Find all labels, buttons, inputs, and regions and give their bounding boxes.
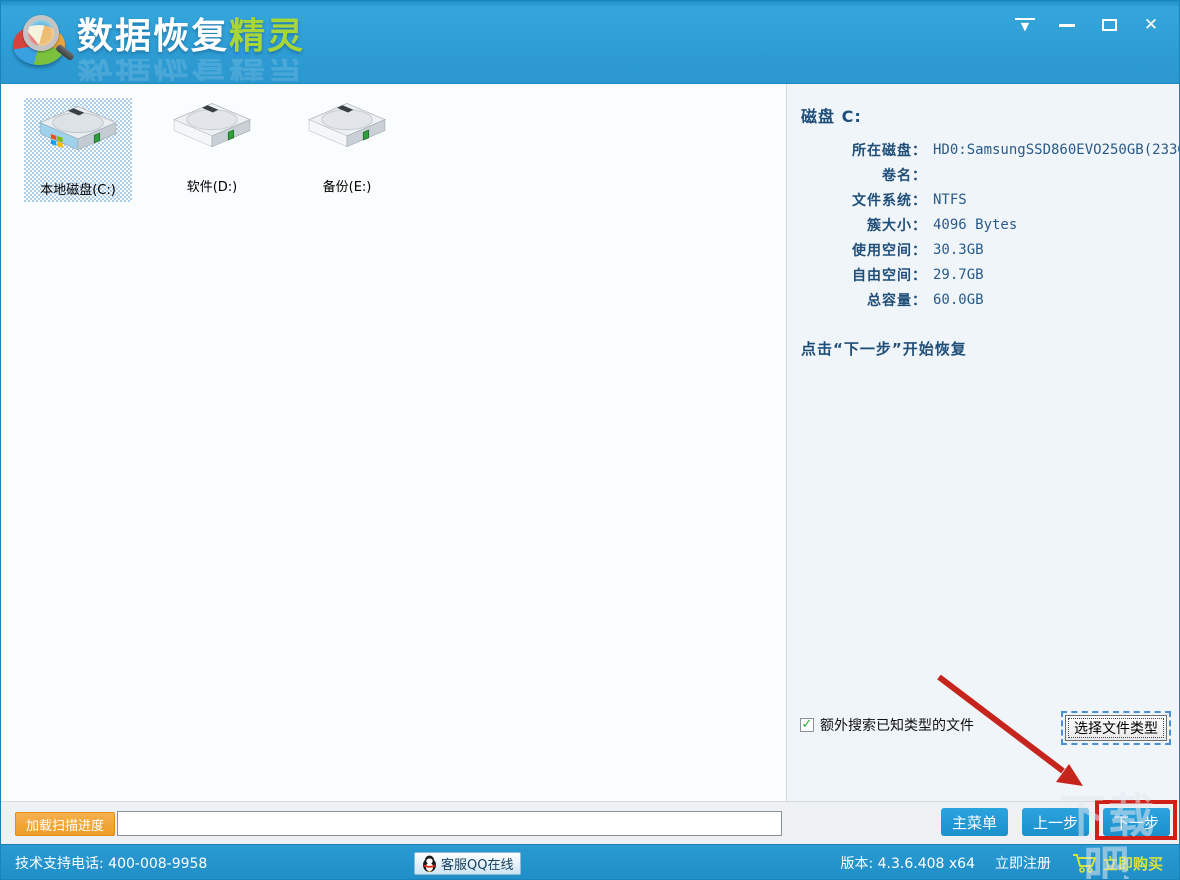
drive-selection-highlight: 本地磁盘(C:) (24, 98, 132, 202)
select-file-type-button[interactable]: 选择文件类型 (1061, 711, 1171, 745)
app-title-reflection: 数据恢复精灵 (77, 59, 305, 81)
maximize-icon[interactable] (1099, 15, 1119, 35)
info-row: 簇大小： 4096 Bytes (787, 212, 1180, 237)
app-title-accent: 精灵 (229, 16, 305, 57)
scan-progress-bar (117, 811, 782, 836)
app-logo-icon (11, 11, 73, 73)
drive-item-c[interactable]: 本地磁盘(C:) (17, 98, 139, 202)
disk-info-title: 磁盘 C: (801, 103, 862, 127)
qq-service-button[interactable]: 客服QQ在线 (414, 852, 521, 875)
info-row: 文件系统： NTFS (787, 187, 1180, 212)
version-text: 版本: 4.3.6.408 x64 (840, 853, 975, 873)
buy-now-label: 立即购买 (1103, 853, 1163, 874)
status-right-group: 版本: 4.3.6.408 x64 立即注册 立即购买 (840, 845, 1163, 880)
info-label: 卷名： (787, 165, 927, 185)
close-icon[interactable]: ✕ (1141, 15, 1161, 35)
app-title-main: 数据恢复 (77, 16, 229, 57)
info-value: 4096 Bytes (933, 217, 1017, 233)
register-link[interactable]: 立即注册 (995, 853, 1051, 873)
info-label: 自由空间： (787, 265, 927, 285)
disk-info-rows: 所在磁盘：HD0:SamsungSSD860EVO250GB(233G 卷名： … (787, 137, 1180, 312)
info-row: 总容量： 60.0GB (787, 287, 1180, 312)
select-file-type-label: 选择文件类型 (1065, 715, 1167, 741)
minimize-icon[interactable] (1057, 15, 1077, 35)
magnifier-icon (23, 15, 59, 51)
next-step-button[interactable]: 下一步 (1103, 808, 1170, 836)
checkmark-icon: ✓ (802, 718, 813, 731)
info-row: 卷名： (787, 162, 1180, 187)
app-window: 数据恢复精灵 数据恢复精灵 ▼ ✕ (0, 0, 1180, 880)
support-phone-text: 技术支持电话: 400-008-9958 (15, 845, 207, 880)
disk-info-panel: 磁盘 C: 所在磁盘： HD0:SamsungSSD860EVO250GB(233… (787, 84, 1180, 801)
drive-item-e[interactable]: 备份(E:) (286, 98, 408, 196)
hard-drive-icon (28, 101, 128, 157)
info-row: 使用空间： 30.3GB (787, 237, 1180, 262)
drive-label: 备份(E:) (320, 175, 375, 196)
drive-list-panel: 本地磁盘(C:) 软件(D:) (1, 84, 786, 801)
next-step-hint: 点击“下一步”开始恢复 (801, 338, 967, 359)
drive-label: 软件(D:) (184, 175, 241, 196)
titlebar: 数据恢复精灵 数据恢复精灵 ▼ ✕ (1, 1, 1179, 84)
progress-row: 加载扫描进度 主菜单 上一步 下一步 (1, 801, 1179, 844)
hard-drive-icon (162, 98, 262, 154)
info-row: 自由空间： 29.7GB (787, 262, 1180, 287)
extra-search-label: 额外搜索已知类型的文件 (820, 715, 974, 735)
info-value: NTFS (933, 192, 967, 208)
info-label: 使用空间： (787, 240, 927, 260)
info-label: 总容量： (787, 290, 927, 310)
previous-step-button[interactable]: 上一步 (1022, 808, 1089, 836)
buy-now-link[interactable]: 立即购买 (1071, 852, 1163, 874)
status-bar: 技术支持电话: 400-008-9958 客服QQ在线 版本: 4.3.6.40… (1, 844, 1179, 880)
app-title: 数据恢复精灵 (77, 19, 305, 55)
main-menu-button[interactable]: 主菜单 (941, 808, 1008, 836)
info-label: 文件系统： (787, 190, 927, 210)
info-row: 所在磁盘： HD0:SamsungSSD860EVO250GB(233G (787, 137, 1180, 162)
info-label: 簇大小： (787, 215, 927, 235)
extra-search-row: ✓ 额外搜索已知类型的文件 (800, 715, 974, 735)
load-scan-progress-button[interactable]: 加载扫描进度 (15, 812, 115, 836)
extra-search-checkbox[interactable]: ✓ (800, 718, 814, 732)
info-value: 29.7GB (933, 267, 984, 283)
info-value: 30.3GB (933, 242, 984, 258)
menu-dropdown-icon[interactable]: ▼ (1015, 18, 1035, 32)
info-value: HD0:SamsungSSD860EVO250GB(233G (933, 142, 1180, 158)
drive-label: 本地磁盘(C:) (37, 178, 119, 199)
info-value: 60.0GB (933, 292, 984, 308)
qq-service-label: 客服QQ在线 (441, 854, 513, 873)
main-area: 本地磁盘(C:) 软件(D:) (1, 84, 1179, 801)
hard-drive-icon (297, 98, 397, 154)
info-label: 所在磁盘： (787, 140, 927, 160)
shopping-cart-icon (1071, 852, 1097, 874)
qq-penguin-icon (422, 855, 437, 872)
window-controls: ▼ ✕ (1015, 13, 1161, 37)
drive-item-d[interactable]: 软件(D:) (151, 98, 273, 196)
